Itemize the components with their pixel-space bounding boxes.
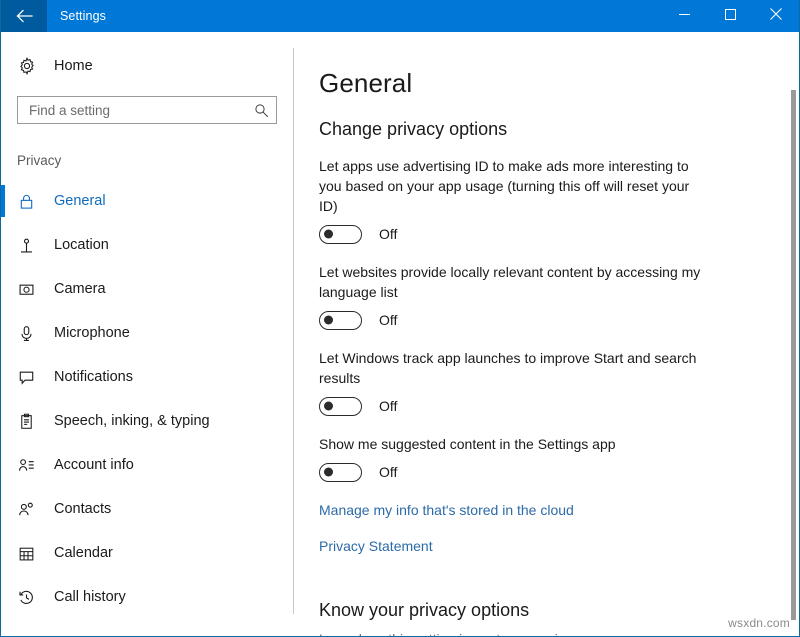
window-title: Settings bbox=[47, 0, 106, 32]
setting-description: Let websites provide locally relevant co… bbox=[319, 262, 711, 302]
sidebar-item-label: General bbox=[48, 193, 106, 209]
watermark: wsxdn.com bbox=[728, 616, 790, 630]
clipboard-icon bbox=[18, 413, 48, 430]
bottom-section-description: Learn how this setting impacts your priv… bbox=[319, 631, 719, 636]
toggle-knob bbox=[324, 316, 333, 325]
know-your-privacy-options-section: Know your privacy options Learn how this… bbox=[319, 600, 719, 636]
sidebar-item-label: Location bbox=[48, 237, 109, 253]
microphone-icon bbox=[18, 325, 48, 342]
call-history-icon bbox=[18, 589, 48, 606]
gear-icon bbox=[18, 57, 48, 75]
setting-language-list: Let websites provide locally relevant co… bbox=[319, 262, 719, 332]
toggle-state-label: Off bbox=[379, 398, 397, 414]
lock-icon bbox=[18, 193, 48, 210]
content-pane: General Change privacy options Let apps … bbox=[294, 32, 799, 636]
sidebar-item-general[interactable]: General bbox=[1, 179, 294, 223]
sidebar-item-home-label: Home bbox=[48, 58, 93, 74]
sidebar-item-label: Speech, inking, & typing bbox=[48, 413, 210, 429]
close-button[interactable] bbox=[753, 0, 799, 32]
setting-description: Show me suggested content in the Setting… bbox=[319, 434, 711, 454]
toggle-row: Off bbox=[319, 222, 719, 246]
content-scrollbar[interactable] bbox=[791, 32, 796, 636]
camera-icon bbox=[18, 281, 48, 298]
sidebar-item-speech-inking-typing[interactable]: Speech, inking, & typing bbox=[1, 399, 294, 443]
sidebar-item-label: Microphone bbox=[48, 325, 130, 341]
search-icon[interactable] bbox=[254, 103, 269, 118]
minimize-button[interactable] bbox=[661, 0, 707, 32]
toggle-row: Off bbox=[319, 308, 719, 332]
content-inner: General Change privacy options Let apps … bbox=[319, 68, 719, 636]
sidebar-item-location[interactable]: Location bbox=[1, 223, 294, 267]
sidebar-item-account-info[interactable]: Account info bbox=[1, 443, 294, 487]
sidebar-item-contacts[interactable]: Contacts bbox=[1, 487, 294, 531]
setting-suggested-content: Show me suggested content in the Setting… bbox=[319, 434, 719, 484]
location-pin-icon bbox=[18, 237, 48, 254]
sidebar-item-label: Account info bbox=[48, 457, 134, 473]
link-manage-cloud-info[interactable]: Manage my info that's stored in the clou… bbox=[319, 502, 574, 518]
toggle-language-list[interactable] bbox=[319, 311, 362, 330]
sidebar-item-call-history[interactable]: Call history bbox=[1, 575, 294, 619]
calendar-icon bbox=[18, 545, 48, 562]
privacy-statement-row: Privacy Statement bbox=[319, 538, 719, 556]
sidebar-item-label: Calendar bbox=[48, 545, 113, 561]
sidebar-item-camera[interactable]: Camera bbox=[1, 267, 294, 311]
account-info-icon bbox=[18, 457, 48, 474]
speech-bubble-icon bbox=[18, 369, 48, 386]
toggle-state-label: Off bbox=[379, 226, 397, 242]
sidebar-item-home[interactable]: Home bbox=[1, 46, 294, 86]
setting-advertising-id: Let apps use advertising ID to make ads … bbox=[319, 156, 719, 246]
maximize-icon bbox=[725, 7, 736, 25]
minimize-icon bbox=[679, 7, 690, 25]
scrollbar-thumb[interactable] bbox=[791, 90, 796, 620]
toggle-knob bbox=[324, 468, 333, 477]
manage-cloud-info-row: Manage my info that's stored in the clou… bbox=[319, 502, 719, 520]
title-bar: Settings bbox=[1, 0, 799, 32]
setting-description: Let apps use advertising ID to make ads … bbox=[319, 156, 711, 216]
back-button[interactable] bbox=[1, 0, 47, 32]
toggle-track-app-launches[interactable] bbox=[319, 397, 362, 416]
toggle-suggested-content[interactable] bbox=[319, 463, 362, 482]
toggle-knob bbox=[324, 230, 333, 239]
sidebar-nav-list: General Location bbox=[1, 179, 294, 619]
search-input[interactable] bbox=[29, 103, 254, 118]
sidebar-item-label: Call history bbox=[48, 589, 126, 605]
sidebar-item-label: Notifications bbox=[48, 369, 133, 385]
toggle-row: Off bbox=[319, 394, 719, 418]
toggle-state-label: Off bbox=[379, 312, 397, 328]
maximize-button[interactable] bbox=[707, 0, 753, 32]
contacts-icon bbox=[18, 501, 48, 518]
close-icon bbox=[770, 7, 782, 25]
settings-window: Settings bbox=[0, 0, 800, 637]
titlebar-drag-area bbox=[106, 0, 661, 32]
toggle-knob bbox=[324, 402, 333, 411]
section-heading: Change privacy options bbox=[319, 119, 719, 140]
window-body: Home Privacy bbox=[1, 32, 799, 636]
sidebar-item-calendar[interactable]: Calendar bbox=[1, 531, 294, 575]
link-privacy-statement[interactable]: Privacy Statement bbox=[319, 538, 433, 554]
back-arrow-icon bbox=[16, 9, 33, 23]
setting-description: Let Windows track app launches to improv… bbox=[319, 348, 711, 388]
page-title: General bbox=[319, 68, 719, 99]
toggle-state-label: Off bbox=[379, 464, 397, 480]
bottom-section-title: Know your privacy options bbox=[319, 600, 719, 621]
sidebar-group-header: Privacy bbox=[17, 153, 294, 168]
sidebar-item-microphone[interactable]: Microphone bbox=[1, 311, 294, 355]
sidebar-item-label: Camera bbox=[48, 281, 106, 297]
toggle-row: Off bbox=[319, 460, 719, 484]
sidebar-item-notifications[interactable]: Notifications bbox=[1, 355, 294, 399]
search-box[interactable] bbox=[17, 96, 277, 124]
toggle-advertising-id[interactable] bbox=[319, 225, 362, 244]
sidebar: Home Privacy bbox=[1, 32, 294, 636]
sidebar-item-label: Contacts bbox=[48, 501, 111, 517]
window-controls bbox=[661, 0, 799, 32]
setting-track-app-launches: Let Windows track app launches to improv… bbox=[319, 348, 719, 418]
